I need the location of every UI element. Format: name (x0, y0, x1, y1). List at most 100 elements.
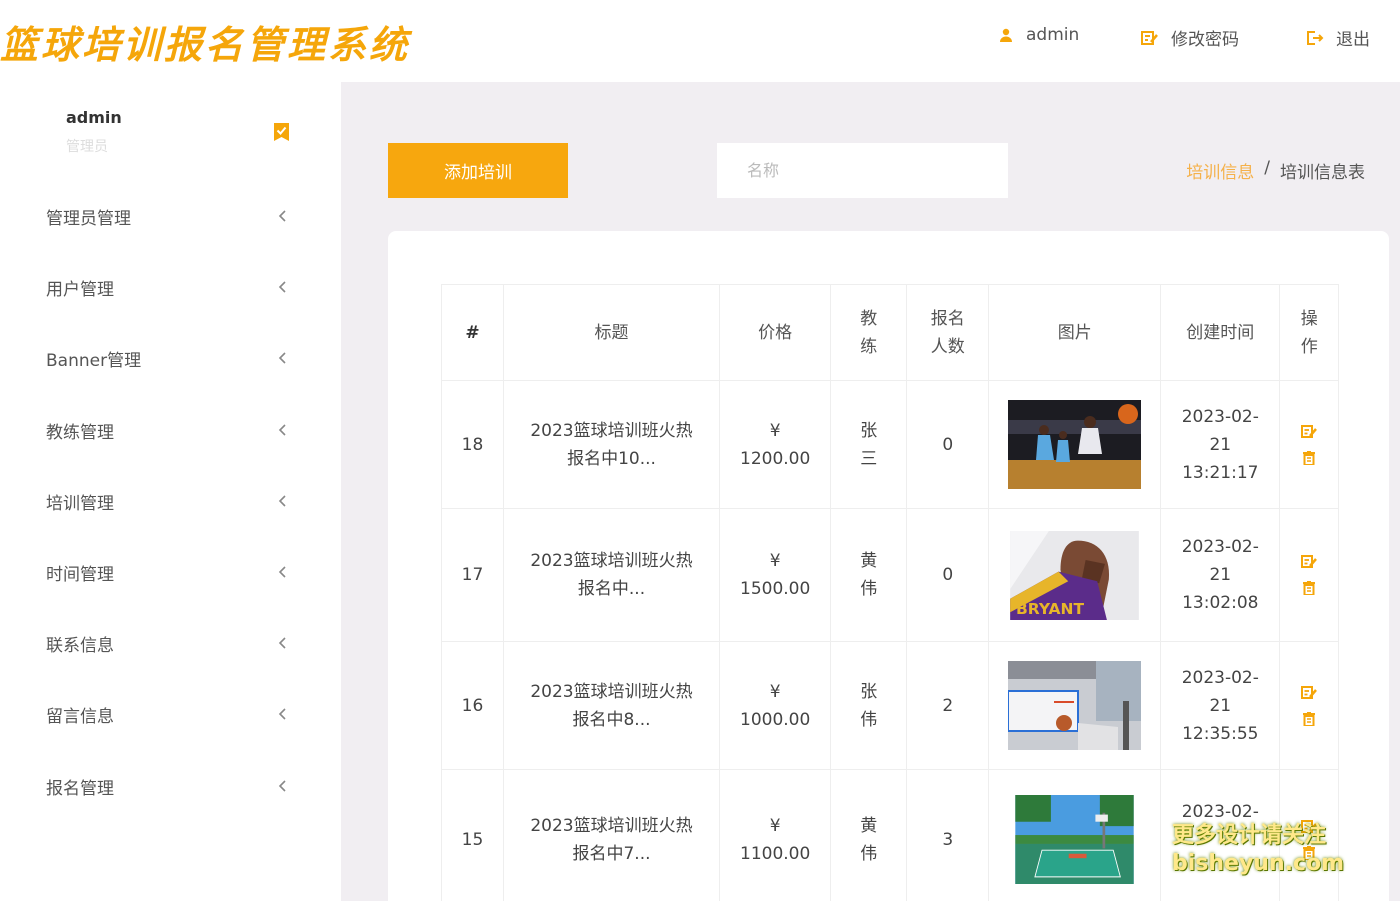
cell-id: 17 (441, 508, 504, 642)
chevron-left-icon (278, 210, 286, 222)
sidebar-item-label: 用户管理 (46, 279, 114, 300)
col-header-title: 标题 (503, 284, 720, 381)
cell-coach: 张伟 (830, 641, 908, 770)
cell-count: 3 (906, 769, 990, 901)
edit-icon[interactable] (1301, 555, 1318, 569)
training-table: # 标题 价格 教练 报名人数 图片 创建时间 操作 18 2023篮球培训班火… (441, 284, 1340, 901)
sidebar-item-label: 联系信息 (46, 635, 114, 656)
breadcrumb-separator: / (1264, 158, 1270, 178)
cell-coach: 张三 (830, 380, 908, 509)
cell-image (988, 380, 1162, 509)
cell-title: 2023篮球培训班火热报名中10... (503, 380, 720, 509)
logout-label: 退出 (1336, 30, 1370, 50)
delete-icon[interactable] (1303, 581, 1316, 595)
svg-text:BRYANT: BRYANT (1016, 600, 1084, 618)
user-menu[interactable]: admin (998, 25, 1079, 45)
basketball-game-photo (1008, 400, 1142, 489)
change-password-label: 修改密码 (1171, 30, 1239, 50)
table-panel: # 标题 价格 教练 报名人数 图片 创建时间 操作 18 2023篮球培训班火… (388, 231, 1389, 901)
sidebar-item-contact[interactable]: 联系信息 (0, 613, 341, 673)
col-header-price: 价格 (718, 284, 832, 381)
user-name: admin (1026, 25, 1080, 45)
sidebar-item-label: 教练管理 (46, 422, 114, 443)
sidebar-item-label: 留言信息 (46, 706, 114, 727)
cell-count: 0 (906, 508, 990, 642)
watermark-line1: 更多设计请关注 (1172, 823, 1327, 848)
search-input[interactable] (717, 143, 1008, 198)
cell-actions (1279, 380, 1340, 509)
edit-icon[interactable] (1301, 424, 1318, 439)
cell-title: 2023篮球培训班火热报名中... (503, 508, 720, 642)
sidebar-user-name: admin (66, 108, 122, 127)
player-portrait-photo: BRYANT (1010, 530, 1140, 620)
watermark-line2: bisheyun.com (1172, 851, 1345, 876)
sidebar-item-label: 管理员管理 (46, 208, 131, 229)
cell-price: ¥ 1500.00 (718, 508, 832, 642)
chevron-left-icon (278, 352, 286, 364)
sidebar-item-label: 报名管理 (46, 778, 114, 799)
change-password-link[interactable]: 修改密码 (1141, 25, 1239, 50)
sidebar-user-role: 管理员 (66, 139, 108, 155)
cell-price: ¥ 1100.00 (718, 769, 832, 901)
table-header-row: # 标题 价格 教练 报名人数 图片 创建时间 操作 (441, 284, 1340, 381)
cell-actions (1279, 641, 1340, 770)
basketball-hoop-photo (1008, 661, 1142, 750)
cell-coach: 黄伟 (830, 769, 908, 901)
sidebar-item-training[interactable]: 培训管理 (0, 471, 341, 531)
sidebar-item-banner[interactable]: Banner管理 (0, 328, 341, 388)
watermark: 更多设计请关注 bisheyun.com (1172, 822, 1344, 878)
cell-price: ¥ 1200.00 (718, 380, 832, 509)
sidebar-item-registration[interactable]: 报名管理 (0, 756, 341, 816)
logout-icon (1307, 30, 1324, 45)
col-header-actions: 操作 (1279, 284, 1340, 381)
user-icon (1000, 28, 1012, 42)
col-header-count: 报名人数 (906, 284, 990, 381)
cell-id: 16 (441, 641, 504, 770)
chevron-left-icon (278, 424, 286, 436)
cell-image (988, 641, 1162, 770)
add-training-button[interactable]: 添加培训 (388, 143, 568, 198)
app-logo-title: 篮球培训报名管理系统 (0, 22, 411, 67)
top-header: 篮球培训报名管理系统 admin 修改密码 退出 (0, 0, 1400, 82)
cell-count: 0 (906, 380, 990, 509)
sidebar-item-admin[interactable]: 管理员管理 (0, 186, 341, 246)
col-header-coach: 教练 (830, 284, 908, 381)
sidebar-item-time[interactable]: 时间管理 (0, 542, 341, 602)
delete-icon[interactable] (1303, 450, 1316, 465)
table-row: 18 2023篮球培训班火热报名中10... ¥ 1200.00 张三 0 20… (441, 380, 1340, 509)
sidebar-item-label: Banner管理 (46, 350, 142, 371)
edit-icon (1141, 30, 1158, 45)
sidebar-item-coach[interactable]: 教练管理 (0, 400, 341, 460)
cell-created: 2023-02-21 13:21:17 (1160, 380, 1281, 509)
sidebar-item-label: 时间管理 (46, 564, 114, 585)
chevron-left-icon (278, 637, 286, 649)
col-header-created: 创建时间 (1160, 284, 1281, 381)
chevron-left-icon (278, 780, 286, 792)
breadcrumb-parent-link[interactable]: 培训信息 (1186, 158, 1254, 183)
sidebar: admin 管理员 管理员管理 用户管理 Banner管理 教练管理 培训管理 … (0, 82, 341, 901)
edit-icon[interactable] (1301, 685, 1318, 700)
cell-count: 2 (906, 641, 990, 770)
table-row: 16 2023篮球培训班火热报名中8... ¥ 1000.00 张伟 2 202… (441, 641, 1340, 770)
sidebar-item-messages[interactable]: 留言信息 (0, 684, 341, 744)
sidebar-user-card: admin 管理员 (20, 98, 320, 178)
cell-title: 2023篮球培训班火热报名中8... (503, 641, 720, 770)
logout-link[interactable]: 退出 (1306, 25, 1370, 50)
chevron-left-icon (278, 281, 286, 293)
cell-created: 2023-02-21 12:35:55 (1160, 641, 1281, 770)
delete-icon[interactable] (1303, 711, 1316, 726)
chevron-left-icon (278, 708, 286, 720)
chevron-left-icon (278, 495, 286, 507)
cell-id: 18 (441, 380, 504, 509)
cell-title: 2023篮球培训班火热报名中7... (503, 769, 720, 901)
sidebar-item-users[interactable]: 用户管理 (0, 257, 341, 317)
table-row: 17 2023篮球培训班火热报名中... ¥ 1500.00 黄伟 0 BRYA… (441, 508, 1340, 642)
cell-price: ¥ 1000.00 (718, 641, 832, 770)
cell-coach: 黄伟 (830, 508, 908, 642)
sidebar-item-label: 培训管理 (46, 493, 114, 514)
cell-created: 2023-02-21 13:02:08 (1160, 508, 1281, 642)
cell-image (988, 769, 1162, 901)
col-header-id: # (441, 284, 504, 381)
cell-image: BRYANT (988, 508, 1162, 642)
cell-id: 15 (441, 769, 504, 901)
